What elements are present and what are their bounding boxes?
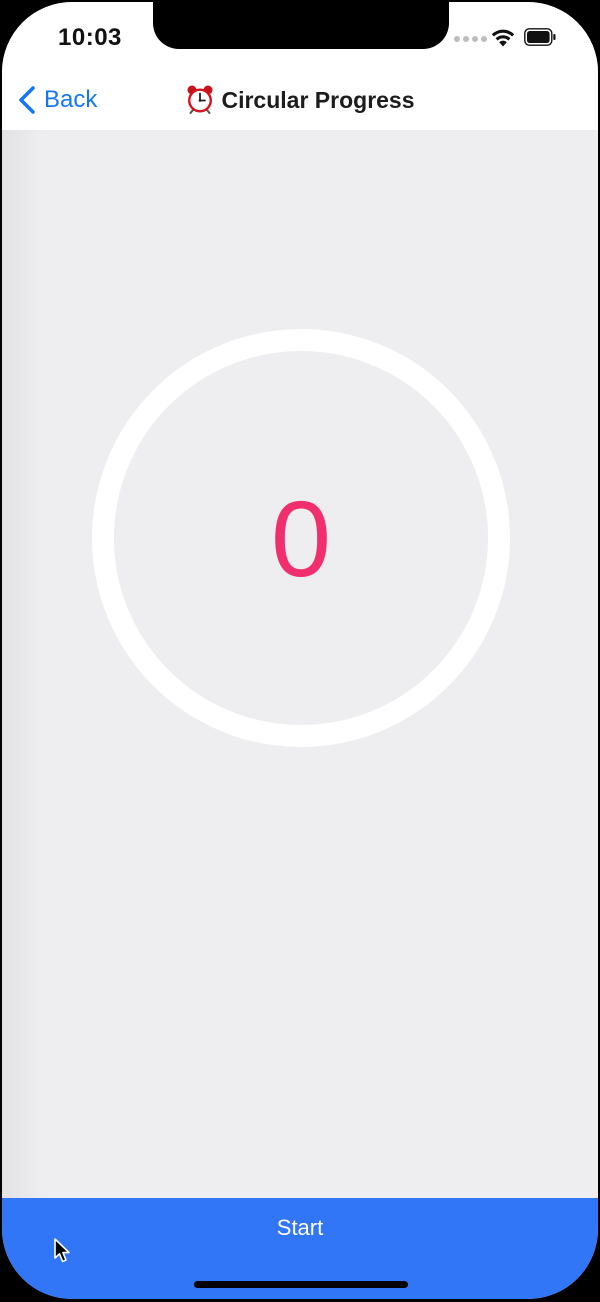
status-icons <box>454 26 564 50</box>
wifi-icon <box>491 29 515 47</box>
navigation-bar: Back Circular Progress <box>2 72 598 130</box>
start-button-label: Start <box>276 1215 324 1240</box>
progress-value: 0 <box>270 477 332 599</box>
top-bar: 10:03 Back Circular Progress <box>2 2 598 130</box>
alarm-clock-icon <box>187 85 213 114</box>
status-time: 10:03 <box>58 24 122 51</box>
page-title-text: Circular Progress <box>221 87 415 113</box>
device-notch <box>153 2 449 49</box>
page-title: Circular Progress <box>2 84 598 114</box>
app-screen: 10:03 Back Circular Progress 0 Start <box>2 2 598 1299</box>
battery-icon <box>524 28 556 46</box>
edge-shadow <box>2 130 42 1198</box>
home-indicator[interactable] <box>194 1281 408 1288</box>
start-button[interactable]: Start <box>2 1198 598 1299</box>
device-frame: 10:03 Back Circular Progress 0 Start <box>0 0 600 1302</box>
mouse-cursor-icon <box>54 1238 70 1263</box>
